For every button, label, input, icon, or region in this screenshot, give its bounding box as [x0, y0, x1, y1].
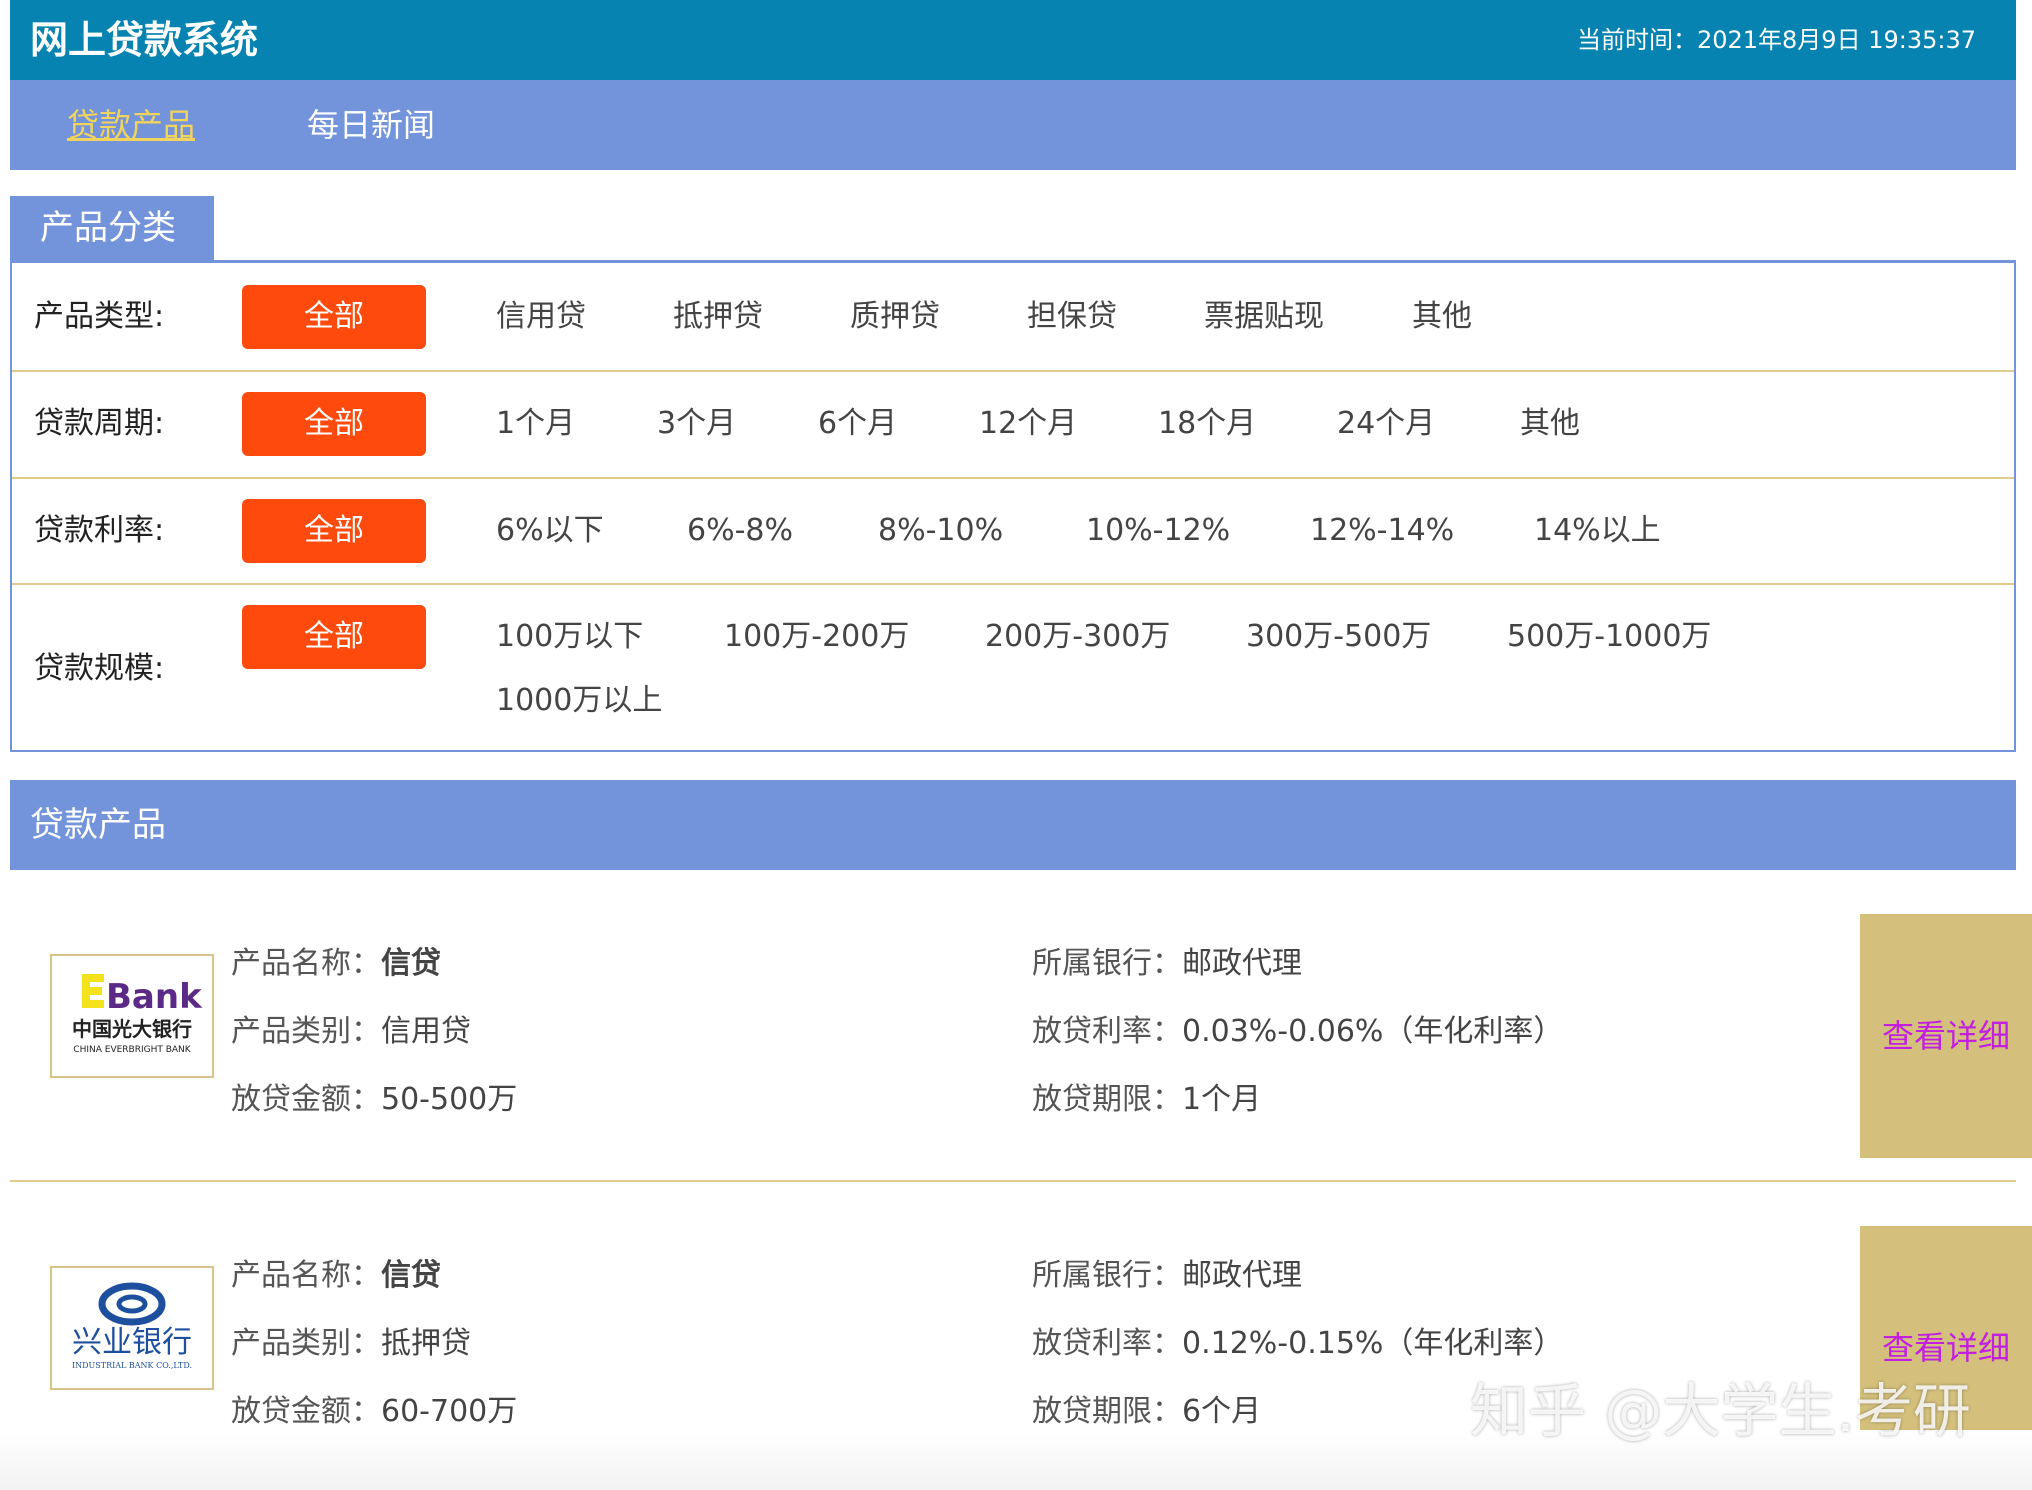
nav-daily-news[interactable]: 每日新闻: [307, 104, 435, 146]
app-header: 网上贷款系统 当前时间：2021年8月9日 19:35:37: [10, 0, 2016, 80]
filter-all-button[interactable]: 全部: [242, 392, 426, 456]
product-bank-field: 所属银行：邮政代理: [1032, 1258, 1302, 1293]
product-amount-field: 放贷金额：60-700万: [231, 1394, 518, 1429]
product-name: 信贷: [381, 1258, 441, 1293]
filter-option[interactable]: 抵押贷: [673, 297, 763, 337]
filter-option[interactable]: 8%-10%: [878, 511, 1003, 551]
filter-option[interactable]: 其他: [1412, 297, 1472, 337]
product-rate: 0.12%-0.15%（年化利率）: [1182, 1326, 1564, 1361]
product-term: 6个月: [1182, 1394, 1262, 1429]
product-type: 抵押贷: [381, 1326, 471, 1361]
filter-option[interactable]: 300万-500万: [1246, 617, 1431, 657]
logo-word: Bank: [106, 977, 203, 1017]
everbright-logo-icon: Bank 中国光大银行 CHINA EVERBRIGHT BANK: [72, 974, 203, 1055]
current-time-value: 2021年8月9日 19:35:37: [1696, 26, 1976, 54]
watermark: 知乎 @大学生.考研: [1470, 1377, 1971, 1445]
filter-option[interactable]: 票据贴现: [1204, 297, 1324, 337]
filter-all-button[interactable]: 全部: [242, 499, 426, 563]
filter-option[interactable]: 3个月: [657, 404, 736, 444]
product-divider: [10, 1180, 2016, 1182]
app-title: 网上贷款系统: [30, 18, 259, 62]
filter-row-type: 产品类型: 全部 信用贷 抵押贷 质押贷 担保贷 票据贴现 其他: [12, 263, 2014, 372]
view-details-button[interactable]: 查看详细: [1860, 914, 2032, 1158]
product-name-field: 产品名称：信贷: [231, 946, 441, 981]
filter-option[interactable]: 10%-12%: [1086, 511, 1230, 551]
filter-option[interactable]: 12%-14%: [1310, 511, 1454, 551]
filter-option[interactable]: 6个月: [818, 404, 897, 444]
product-term-field: 放贷期限：1个月: [1032, 1082, 1262, 1117]
product-rate: 0.03%-0.06%（年化利率）: [1182, 1014, 1564, 1049]
logo-en: INDUSTRIAL BANK CO.,LTD.: [72, 1361, 192, 1370]
product-bank: 邮政代理: [1182, 1258, 1302, 1293]
products-section-title: 贷款产品: [10, 780, 2016, 870]
product-bank: 邮政代理: [1182, 946, 1302, 981]
filter-option[interactable]: 6%-8%: [687, 511, 793, 551]
filter-option[interactable]: 担保贷: [1027, 297, 1117, 337]
filter-label: 产品类型:: [34, 299, 165, 334]
logo-cn: 兴业银行: [72, 1325, 192, 1360]
filter-option[interactable]: 信用贷: [496, 297, 586, 337]
filter-option[interactable]: 1个月: [496, 404, 575, 444]
current-time: 当前时间：2021年8月9日 19:35:37: [1577, 24, 1976, 56]
filter-option[interactable]: 100万-200万: [724, 617, 909, 657]
industrial-bank-logo-icon: 兴业银行 INDUSTRIAL BANK CO.,LTD.: [72, 1282, 192, 1370]
filter-option[interactable]: 14%以上: [1534, 511, 1661, 551]
filter-option[interactable]: 质押贷: [850, 297, 940, 337]
filter-label: 贷款规模:: [34, 651, 165, 686]
product-amount-field: 放贷金额：50-500万: [231, 1082, 518, 1117]
current-time-label: 当前时间：: [1576, 26, 1697, 54]
filter-row-rate: 贷款利率: 全部 6%以下 6%-8% 8%-10% 10%-12% 12%-1…: [12, 479, 2014, 585]
logo-en: CHINA EVERBRIGHT BANK: [73, 1045, 191, 1055]
filter-label: 贷款周期:: [34, 406, 165, 441]
filter-all-button[interactable]: 全部: [242, 605, 426, 669]
product-rate-field: 放贷利率：0.12%-0.15%（年化利率）: [1032, 1326, 1564, 1361]
product-bank-field: 所属银行：邮政代理: [1032, 946, 1302, 981]
product-amount: 60-700万: [381, 1394, 518, 1429]
product-type: 信用贷: [381, 1014, 471, 1049]
filter-option[interactable]: 200万-300万: [985, 617, 1170, 657]
filter-all-button[interactable]: 全部: [242, 285, 426, 349]
filter-option[interactable]: 1000万以上: [496, 681, 662, 721]
product-term-field: 放贷期限：6个月: [1032, 1394, 1262, 1429]
product-rate-field: 放贷利率：0.03%-0.06%（年化利率）: [1032, 1014, 1564, 1049]
product-type-field: 产品类别：信用贷: [231, 1014, 471, 1049]
filter-panel: 产品类型: 全部 信用贷 抵押贷 质押贷 担保贷 票据贴现 其他 贷款周期: 全…: [10, 260, 2016, 752]
product-name: 信贷: [381, 946, 441, 981]
bank-logo-everbright: Bank 中国光大银行 CHINA EVERBRIGHT BANK: [50, 954, 214, 1078]
product-term: 1个月: [1182, 1082, 1262, 1117]
filter-option[interactable]: 其他: [1520, 404, 1580, 444]
main-nav: 贷款产品 每日新闻: [10, 80, 2016, 170]
product-type-field: 产品类别：抵押贷: [231, 1326, 471, 1361]
nav-loan-products[interactable]: 贷款产品: [67, 104, 195, 146]
filter-row-scale: 贷款规模: 全部 100万以下 100万-200万 200万-300万 300万…: [12, 585, 2014, 751]
filter-option[interactable]: 18个月: [1158, 404, 1256, 444]
filter-option[interactable]: 24个月: [1337, 404, 1435, 444]
filter-option[interactable]: 6%以下: [496, 511, 604, 551]
filter-option[interactable]: 12个月: [979, 404, 1077, 444]
filter-row-term: 贷款周期: 全部 1个月 3个月 6个月 12个月 18个月 24个月 其他: [12, 372, 2014, 479]
bank-logo-industrial: 兴业银行 INDUSTRIAL BANK CO.,LTD.: [50, 1266, 214, 1390]
filter-option[interactable]: 100万以下: [496, 617, 643, 657]
filter-option[interactable]: 500万-1000万: [1507, 617, 1711, 657]
product-name-field: 产品名称：信贷: [231, 1258, 441, 1293]
logo-cn: 中国光大银行: [72, 1017, 192, 1041]
product-amount: 50-500万: [381, 1082, 518, 1117]
filter-label: 贷款利率:: [34, 513, 165, 548]
category-tab: 产品分类: [10, 196, 214, 260]
